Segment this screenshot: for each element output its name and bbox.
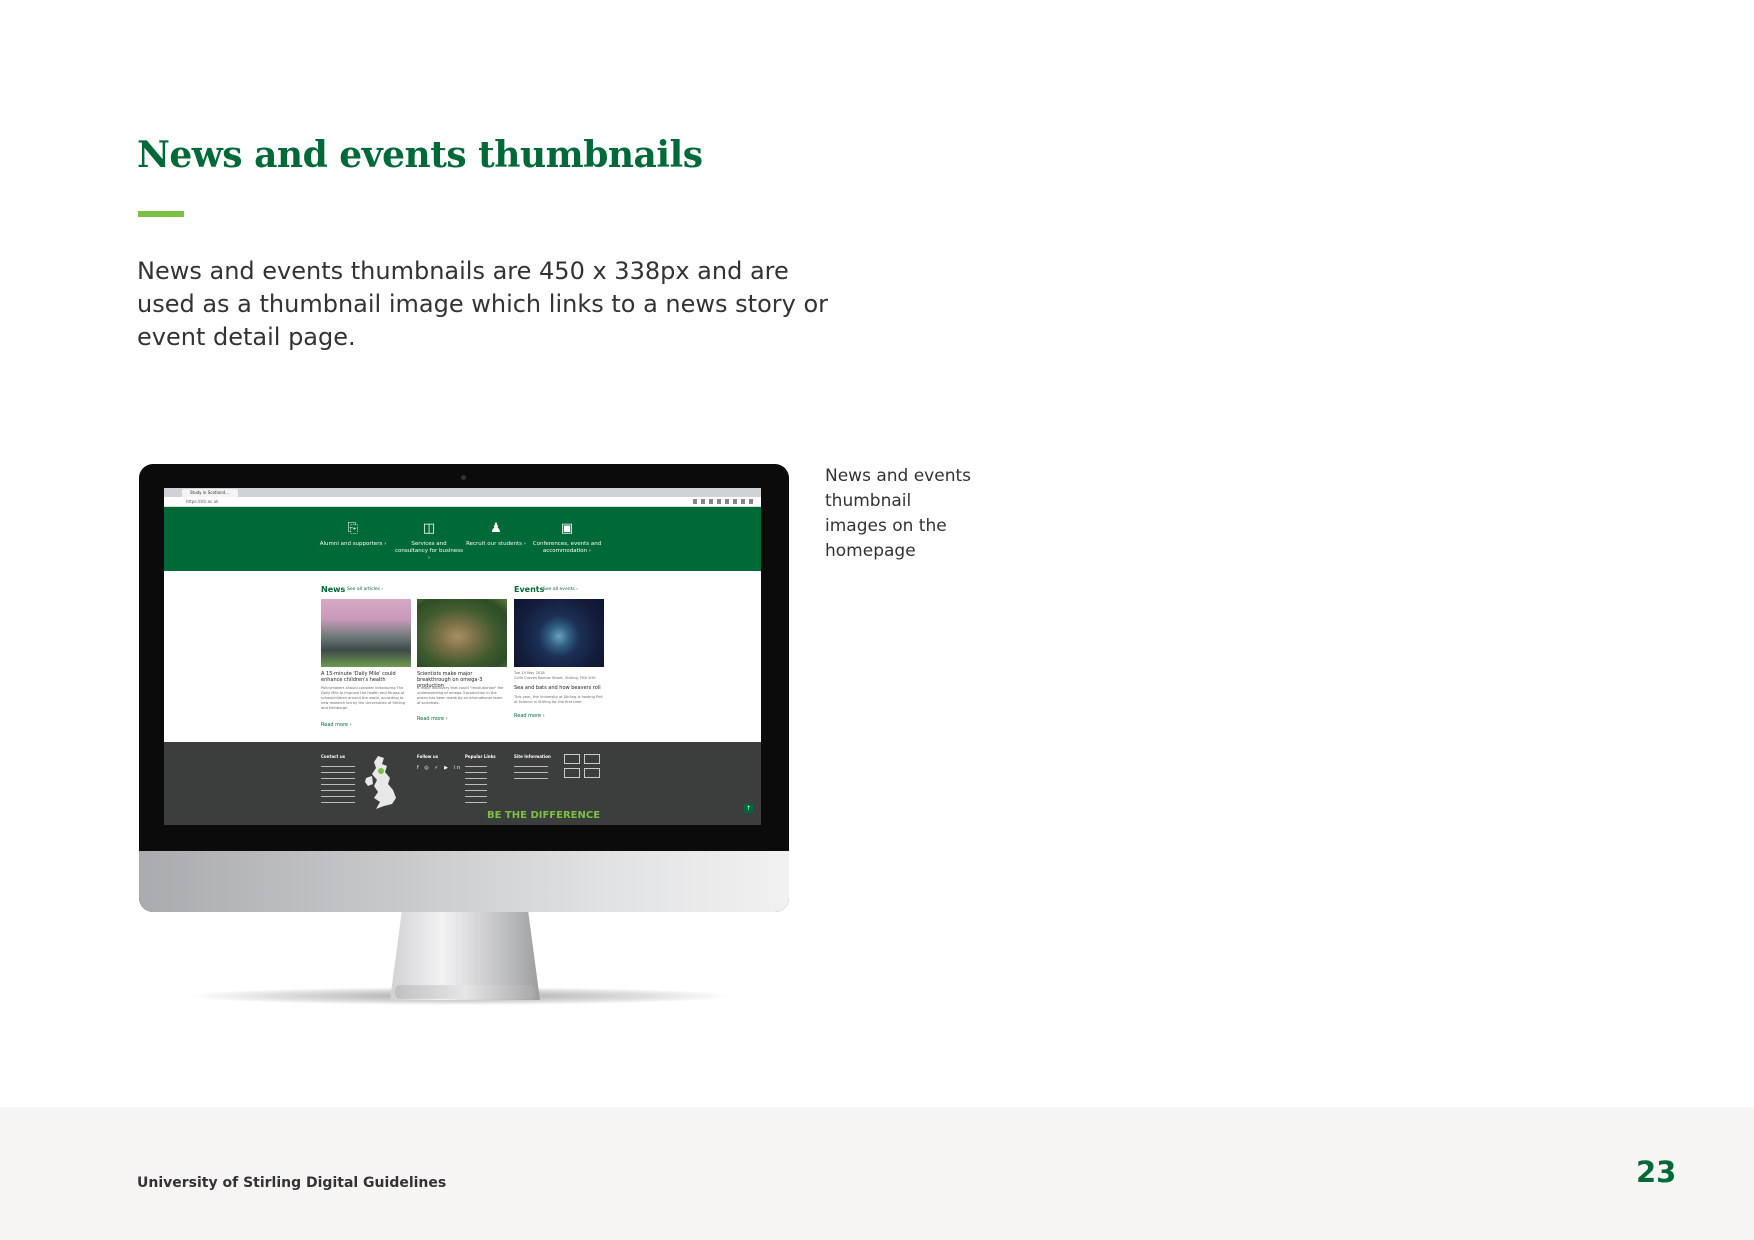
back-to-top-icon: ↑ xyxy=(744,804,753,813)
people-icon: ♟ xyxy=(490,521,502,536)
hero-item-alumni: ⎘ Alumni and supporters › xyxy=(319,521,387,548)
hero-item-services: ◫ Services and consultancy for business … xyxy=(394,521,464,562)
monitor-chin xyxy=(139,851,789,912)
footer-contact-lines xyxy=(321,766,355,806)
events-heading: Events xyxy=(514,585,545,594)
news-events-section: News See all articles › Events See all e… xyxy=(164,571,761,743)
news-card-1-text: Policymakers should consider introducing… xyxy=(321,686,406,710)
event-thumbnail xyxy=(514,599,604,667)
hero-banner: ⎘ Alumni and supporters › ◫ Services and… xyxy=(164,507,761,571)
event-location: Colin Craven Barrow Street, Stirling, FK… xyxy=(514,676,596,680)
accreditation-logo xyxy=(564,754,580,764)
accreditation-logo xyxy=(564,768,580,778)
news-thumbnail-2 xyxy=(417,599,507,667)
event-title: Sea and bats and how beavers roll xyxy=(514,685,601,691)
browser-tab-label: Study in Scotland... xyxy=(190,490,229,495)
browser-tab: Study in Scotland... xyxy=(182,489,238,497)
monitor-mockup: Study in Scotland... https://stir.ac.uk … xyxy=(139,464,789,912)
page-title: News and events thumbnails xyxy=(137,134,703,176)
events-see-all-link: See all events › xyxy=(543,587,578,592)
page-footer: University of Stirling Digital Guideline… xyxy=(0,1107,1754,1240)
news-card-1-title: A 15-minute 'Daily Mile' could enhance c… xyxy=(321,671,396,683)
hero-item-conferences: ▣ Conferences, events and accommodation … xyxy=(532,521,602,555)
footer-tagline: BE THE DIFFERENCE xyxy=(487,810,601,821)
footer-siteinfo-lines xyxy=(514,766,548,784)
news-see-all-link: See all articles › xyxy=(347,587,384,592)
browser-extension-icons xyxy=(693,499,753,504)
briefcase-icon: ◫ xyxy=(422,521,436,536)
event-text: This year, the University of Stirling is… xyxy=(514,695,603,704)
news-thumbnail-1 xyxy=(321,599,411,667)
title-accent-bar xyxy=(138,211,184,217)
footer-follow-heading: Follow us xyxy=(417,754,439,759)
hero-item-recruit: ♟ Recruit our students › xyxy=(466,521,526,548)
camera-icon xyxy=(461,475,466,480)
news-heading: News xyxy=(321,585,346,594)
uk-map-icon xyxy=(365,756,396,809)
social-icons: f ◎ ✓ ▶ in xyxy=(417,765,463,771)
image-caption: News and events thumbnail images on the … xyxy=(825,466,972,561)
monitor-stand-base xyxy=(395,985,535,999)
footer-popular-lines xyxy=(465,766,487,806)
browser-tab-bar: Study in Scotland... xyxy=(164,488,761,497)
footer-popular-heading: Popular Links xyxy=(465,754,496,759)
news-card-2-read-more: Read more › xyxy=(417,716,448,722)
footer-title: University of Stirling Digital Guideline… xyxy=(137,1175,447,1191)
scroll-icon: ⎘ xyxy=(347,521,359,536)
accreditation-logo xyxy=(584,754,600,764)
presentation-icon: ▣ xyxy=(560,521,574,536)
intro-paragraph: News and events thumbnails are 450 x 338… xyxy=(137,257,828,351)
news-card-2-text: A major discovery that could "revolution… xyxy=(417,686,504,705)
footer-contact-heading: Contact us xyxy=(321,754,346,759)
accreditation-logo xyxy=(584,768,600,778)
browser-address-bar: https://stir.ac.uk xyxy=(164,497,761,507)
browser-url: https://stir.ac.uk xyxy=(186,499,219,504)
footer-siteinfo-heading: Site Information xyxy=(514,754,551,759)
website-screenshot: Study in Scotland... https://stir.ac.uk … xyxy=(164,488,761,825)
news-card-1-read-more: Read more › xyxy=(321,722,352,728)
event-read-more: Read more › xyxy=(514,713,545,719)
page-number: 23 xyxy=(1636,1155,1677,1189)
site-footer: Contact us Follow us f ◎ ✓ ▶ in Popular … xyxy=(164,742,761,825)
